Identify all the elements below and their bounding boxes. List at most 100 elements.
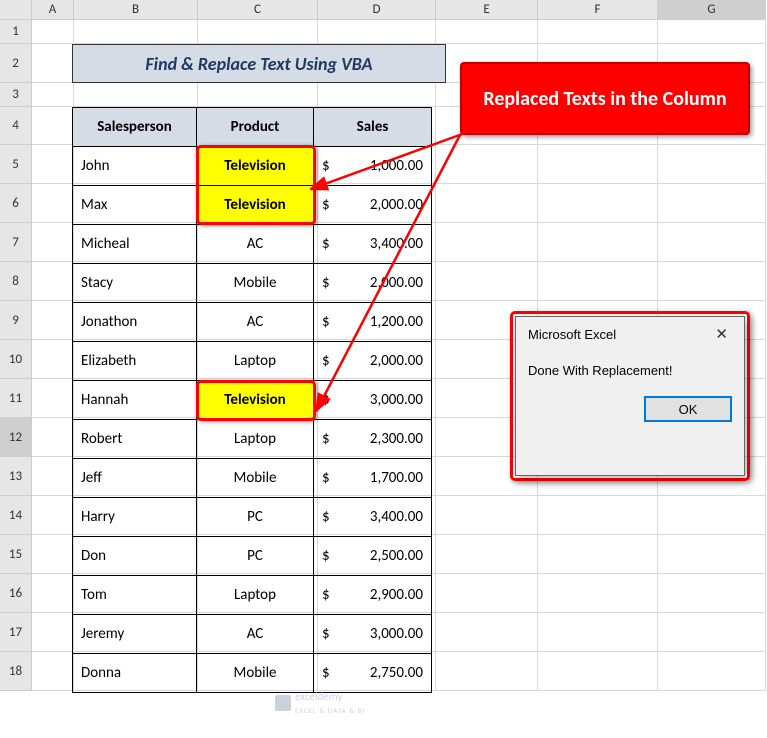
table-row: TomLaptop$2,900.00: [73, 576, 432, 615]
cell-product[interactable]: Television: [197, 147, 314, 186]
row-header-18[interactable]: 18: [0, 652, 32, 691]
column-headers: ABCDEFG: [0, 0, 766, 20]
cell-product[interactable]: AC: [197, 615, 314, 654]
cell-product[interactable]: Television: [197, 381, 314, 420]
table-row: MaxTelevision$2,000.00: [73, 186, 432, 225]
row-header-1[interactable]: 1: [0, 20, 32, 44]
cell-sales[interactable]: $2,750.00: [314, 654, 432, 693]
cell-product[interactable]: Laptop: [197, 576, 314, 615]
cell-product[interactable]: AC: [197, 225, 314, 264]
table-row: DonnaMobile$2,750.00: [73, 654, 432, 693]
msgbox-title: Microsoft Excel: [528, 327, 616, 342]
row-header-17[interactable]: 17: [0, 613, 32, 652]
cell-sales[interactable]: $3,000.00: [314, 381, 432, 420]
row-header-3[interactable]: 3: [0, 83, 32, 107]
row-header-9[interactable]: 9: [0, 301, 32, 340]
row-header-14[interactable]: 14: [0, 496, 32, 535]
cell-sales[interactable]: $2,000.00: [314, 186, 432, 225]
cell-salesperson[interactable]: Tom: [73, 576, 197, 615]
col-header-A[interactable]: A: [32, 0, 74, 20]
cell-product[interactable]: PC: [197, 537, 314, 576]
table-row: ElizabethLaptop$2,000.00: [73, 342, 432, 381]
cell-product[interactable]: Mobile: [197, 654, 314, 693]
cell-sales[interactable]: $2,000.00: [314, 264, 432, 303]
cell-sales[interactable]: $1,000.00: [314, 147, 432, 186]
worksheet: ABCDEFG 123456789101112131415161718 Find…: [0, 0, 767, 738]
header-salesperson: Salesperson: [73, 108, 197, 147]
row-header-7[interactable]: 7: [0, 223, 32, 262]
row-header-15[interactable]: 15: [0, 535, 32, 574]
col-header-B[interactable]: B: [74, 0, 198, 20]
cell-sales[interactable]: $3,000.00: [314, 615, 432, 654]
message-box: Microsoft Excel ✕ Done With Replacement!…: [515, 316, 745, 476]
table-row: MichealAC$3,400.00: [73, 225, 432, 264]
cell-sales[interactable]: $3,400.00: [314, 498, 432, 537]
col-header-G[interactable]: G: [658, 0, 766, 20]
cell-salesperson[interactable]: Stacy: [73, 264, 197, 303]
cell-product[interactable]: AC: [197, 303, 314, 342]
annotation-callout: Replaced Texts in the Column: [460, 62, 750, 135]
cell-product[interactable]: Laptop: [197, 420, 314, 459]
cell-salesperson[interactable]: Harry: [73, 498, 197, 537]
row-headers: 123456789101112131415161718: [0, 20, 32, 691]
data-table: Salesperson Product Sales JohnTelevision…: [72, 107, 432, 693]
cell-sales[interactable]: $3,400.00: [314, 225, 432, 264]
cell-salesperson[interactable]: Micheal: [73, 225, 197, 264]
row-header-11[interactable]: 11: [0, 379, 32, 418]
table-row: HannahTelevision$3,000.00: [73, 381, 432, 420]
col-header-E[interactable]: E: [436, 0, 538, 20]
cell-product[interactable]: Mobile: [197, 459, 314, 498]
header-sales: Sales: [314, 108, 432, 147]
row-header-12[interactable]: 12: [0, 418, 32, 457]
col-header-C[interactable]: C: [198, 0, 318, 20]
table-row: HarryPC$3,400.00: [73, 498, 432, 537]
cell-salesperson[interactable]: John: [73, 147, 197, 186]
table-row: StacyMobile$2,000.00: [73, 264, 432, 303]
col-header-F[interactable]: F: [538, 0, 658, 20]
msgbox-body: Done With Replacement!: [516, 347, 744, 388]
cell-sales[interactable]: $1,200.00: [314, 303, 432, 342]
cell-sales[interactable]: $2,000.00: [314, 342, 432, 381]
cell-product[interactable]: Mobile: [197, 264, 314, 303]
table-row: JohnTelevision$1,000.00: [73, 147, 432, 186]
cell-product[interactable]: PC: [197, 498, 314, 537]
watermark: exceldemy EXCEL & DATA & BI: [275, 690, 365, 716]
row-header-13[interactable]: 13: [0, 457, 32, 496]
ok-button[interactable]: OK: [644, 396, 732, 422]
cell-salesperson[interactable]: Jeff: [73, 459, 197, 498]
row-header-6[interactable]: 6: [0, 184, 32, 223]
cell-sales[interactable]: $2,500.00: [314, 537, 432, 576]
cell-salesperson[interactable]: Max: [73, 186, 197, 225]
row-header-5[interactable]: 5: [0, 145, 32, 184]
row-header-8[interactable]: 8: [0, 262, 32, 301]
table-row: JeffMobile$1,700.00: [73, 459, 432, 498]
table-row: JeremyAC$3,000.00: [73, 615, 432, 654]
cell-sales[interactable]: $1,700.00: [314, 459, 432, 498]
table-row: JonathonAC$1,200.00: [73, 303, 432, 342]
cell-salesperson[interactable]: Jonathon: [73, 303, 197, 342]
cell-salesperson[interactable]: Elizabeth: [73, 342, 197, 381]
row-header-16[interactable]: 16: [0, 574, 32, 613]
row-header-10[interactable]: 10: [0, 340, 32, 379]
table-row: DonPC$2,500.00: [73, 537, 432, 576]
select-all-corner[interactable]: [0, 0, 32, 20]
col-header-D[interactable]: D: [318, 0, 436, 20]
watermark-tag: EXCEL & DATA & BI: [295, 706, 365, 715]
title-cell: Find & Replace Text Using VBA: [72, 44, 446, 83]
cell-salesperson[interactable]: Hannah: [73, 381, 197, 420]
row-header-4[interactable]: 4: [0, 107, 32, 145]
watermark-brand: exceldemy: [295, 690, 342, 703]
cell-product[interactable]: Television: [197, 186, 314, 225]
close-icon[interactable]: ✕: [709, 325, 734, 343]
cell-salesperson[interactable]: Donna: [73, 654, 197, 693]
header-product: Product: [197, 108, 314, 147]
cell-salesperson[interactable]: Jeremy: [73, 615, 197, 654]
cell-sales[interactable]: $2,900.00: [314, 576, 432, 615]
table-row: RobertLaptop$2,300.00: [73, 420, 432, 459]
cell-salesperson[interactable]: Don: [73, 537, 197, 576]
row-header-2[interactable]: 2: [0, 44, 32, 83]
cell-product[interactable]: Laptop: [197, 342, 314, 381]
cell-sales[interactable]: $2,300.00: [314, 420, 432, 459]
cell-salesperson[interactable]: Robert: [73, 420, 197, 459]
watermark-logo-icon: [275, 695, 291, 711]
